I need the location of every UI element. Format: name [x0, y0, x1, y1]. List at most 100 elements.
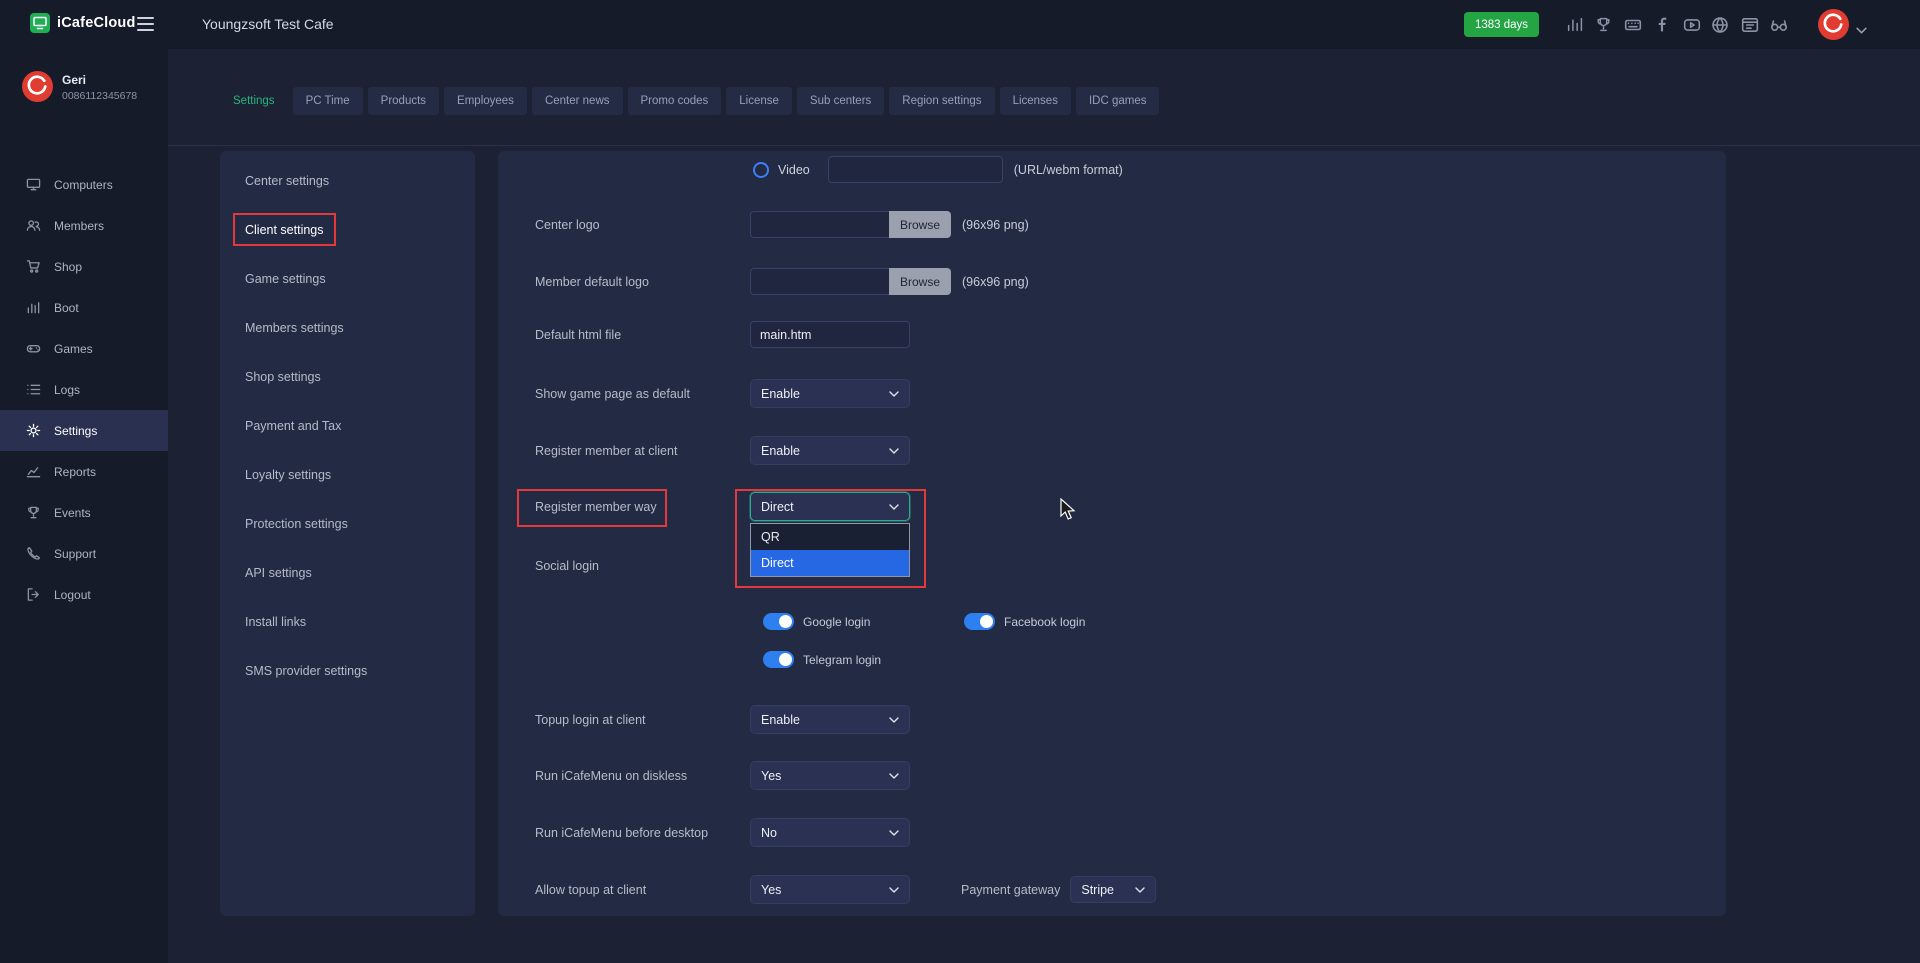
sidebar-avatar[interactable] [22, 71, 53, 102]
globe-icon[interactable] [1710, 15, 1729, 34]
video-row: Video (URL/webm format) [535, 155, 1123, 184]
sidebar-item-label: Computers [54, 178, 113, 192]
topup-login-row: Topup login at client Enable [535, 705, 910, 734]
settings-menu-payment-and-tax[interactable]: Payment and Tax [220, 401, 475, 450]
settings-menu-install-links[interactable]: Install links [220, 597, 475, 646]
member-logo-browse-button[interactable]: Browse [889, 268, 951, 295]
tab-center-news[interactable]: Center news [532, 87, 623, 115]
member-logo-file-input[interactable] [750, 268, 889, 295]
tab-idc-games[interactable]: IDC games [1076, 87, 1160, 115]
tab-license[interactable]: License [726, 87, 792, 115]
settings-menu-members-settings[interactable]: Members settings [220, 303, 475, 352]
sidebar-item-logout[interactable]: Logout [0, 574, 168, 615]
tab-products[interactable]: Products [368, 87, 439, 115]
tab-region-settings[interactable]: Region settings [889, 87, 994, 115]
icafemenu-diskless-select[interactable]: Yes [750, 761, 910, 790]
tab-sub-centers[interactable]: Sub centers [797, 87, 884, 115]
sidebar-item-support[interactable]: Support [0, 533, 168, 574]
glasses-icon[interactable] [1769, 15, 1788, 34]
tab-settings[interactable]: Settings [220, 87, 288, 115]
translate-icon[interactable] [1740, 15, 1759, 34]
settings-menu-shop-settings[interactable]: Shop settings [220, 352, 475, 401]
settings-menu-game-settings[interactable]: Game settings [220, 254, 475, 303]
youtube-icon[interactable] [1682, 15, 1701, 34]
chevron-down-icon [889, 887, 899, 893]
tab-licenses[interactable]: Licenses [1000, 87, 1071, 115]
center-logo-hint: (96x96 png) [962, 218, 1029, 232]
telegram-login-label: Telegram login [803, 653, 881, 667]
chevron-down-icon [889, 830, 899, 836]
register-member-way-label: Register member way [535, 500, 750, 514]
brand[interactable]: iCafeCloud [30, 13, 136, 33]
trophy-icon[interactable] [1594, 15, 1613, 34]
settings-menu-protection-settings[interactable]: Protection settings [220, 499, 475, 548]
google-login-toggle[interactable] [763, 613, 794, 630]
payment-gateway-select[interactable]: Stripe [1070, 876, 1156, 903]
icafemenu-before-desktop-select[interactable]: No [750, 818, 910, 847]
facebook-icon[interactable] [1653, 15, 1672, 34]
sidebar-item-label: Settings [54, 424, 97, 438]
monitor-icon [26, 177, 41, 192]
register-member-client-row: Register member at client Enable [535, 436, 910, 465]
sidebar-item-boot[interactable]: Boot [0, 287, 168, 328]
sidebar-nav: Computers Members Shop Boot Games Logs S… [0, 164, 168, 615]
settings-menu-sms-provider-settings[interactable]: SMS provider settings [220, 646, 475, 695]
user-block: Geri 0086112345678 [0, 67, 168, 137]
center-logo-browse-button[interactable]: Browse [889, 211, 951, 238]
sidebar-item-events[interactable]: Events [0, 492, 168, 533]
user-avatar[interactable] [1818, 9, 1849, 40]
brand-name: iCafeCloud [57, 15, 136, 31]
icafemenu-before-desktop-row: Run iCafeMenu before desktop No [535, 818, 910, 847]
chevron-down-icon[interactable] [1856, 21, 1867, 39]
settings-menu-client-settings[interactable]: Client settings [220, 205, 475, 254]
video-url-input[interactable] [828, 156, 1003, 183]
facebook-login-label: Facebook login [1004, 615, 1085, 629]
sidebar-item-logs[interactable]: Logs [0, 369, 168, 410]
google-login-label: Google login [803, 615, 870, 629]
allow-topup-label: Allow topup at client [535, 883, 750, 897]
gear-icon [26, 423, 41, 438]
sidebar-item-shop[interactable]: Shop [0, 246, 168, 287]
sidebar-item-label: Games [54, 342, 93, 356]
center-logo-row: Center logo Browse (96x96 png) [535, 210, 1029, 239]
telegram-login-toggle[interactable] [763, 651, 794, 668]
member-logo-hint: (96x96 png) [962, 275, 1029, 289]
sidebar-item-label: Reports [54, 465, 96, 479]
allow-topup-select[interactable]: Yes [750, 875, 910, 904]
sidebar-item-reports[interactable]: Reports [0, 451, 168, 492]
video-radio[interactable] [753, 162, 769, 178]
facebook-login-toggle[interactable] [964, 613, 995, 630]
center-logo-file-input[interactable] [750, 211, 889, 238]
social-login-label: Social login [535, 559, 750, 573]
days-badge[interactable]: 1383 days [1464, 12, 1539, 37]
settings-menu-center-settings[interactable]: Center settings [220, 156, 475, 205]
settings-menu-loyalty-settings[interactable]: Loyalty settings [220, 450, 475, 499]
default-html-input[interactable] [750, 321, 910, 348]
cart-icon [26, 259, 41, 274]
keyboard-icon[interactable] [1623, 15, 1642, 34]
cafe-title: Youngzsoft Test Cafe [202, 16, 334, 32]
tab-employees[interactable]: Employees [444, 87, 527, 115]
dropdown-option-qr[interactable]: QR [751, 524, 909, 550]
stats-icon[interactable] [1565, 15, 1584, 34]
select-value: Enable [761, 713, 800, 727]
sidebar-item-computers[interactable]: Computers [0, 164, 168, 205]
settings-menu-api-settings[interactable]: API settings [220, 548, 475, 597]
tab-pc-time[interactable]: PC Time [293, 87, 363, 115]
menu-toggle-icon[interactable] [137, 17, 154, 35]
sidebar-item-members[interactable]: Members [0, 205, 168, 246]
show-game-page-select[interactable]: Enable [750, 379, 910, 408]
register-member-way-row: Register member way Direct [535, 492, 910, 521]
tab-promo-codes[interactable]: Promo codes [628, 87, 722, 115]
dropdown-option-direct[interactable]: Direct [751, 550, 909, 576]
boot-icon [26, 300, 41, 315]
register-member-client-select[interactable]: Enable [750, 436, 910, 465]
sidebar-item-settings[interactable]: Settings [0, 410, 168, 451]
select-value: Yes [761, 769, 781, 783]
register-member-way-select[interactable]: Direct [750, 492, 910, 521]
topup-login-select[interactable]: Enable [750, 705, 910, 734]
register-member-client-label: Register member at client [535, 444, 750, 458]
sidebar-item-games[interactable]: Games [0, 328, 168, 369]
icafemenu-before-desktop-label: Run iCafeMenu before desktop [535, 826, 750, 840]
users-icon [26, 218, 41, 233]
